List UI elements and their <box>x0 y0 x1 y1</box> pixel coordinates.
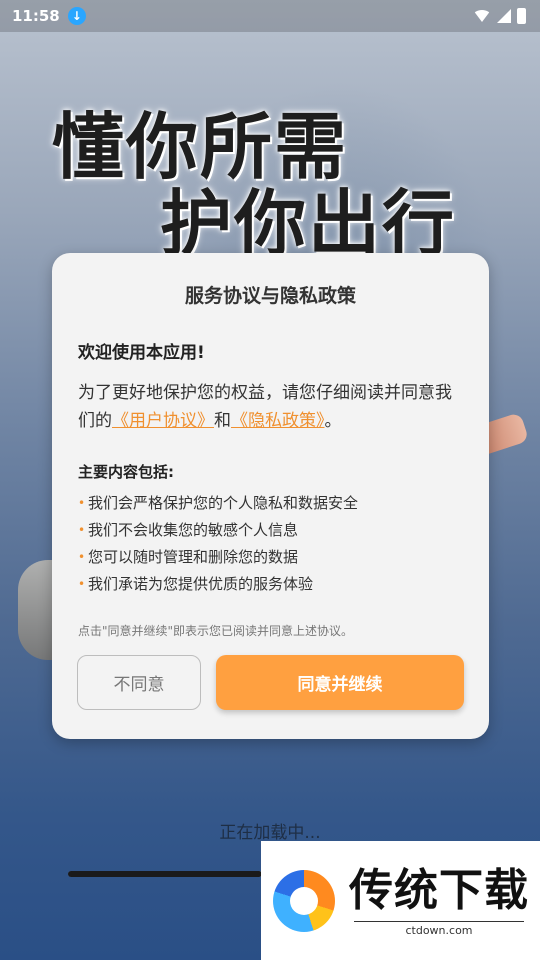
list-item-text: 我们不会收集您的敏感个人信息 <box>88 521 299 539</box>
list-item: • 您可以随时管理和删除您的数据 <box>78 544 463 571</box>
disagree-button[interactable]: 不同意 <box>77 655 201 710</box>
dialog-title: 服务协议与隐私政策 <box>184 285 356 307</box>
bullet-dot-icon: • <box>78 496 86 510</box>
watermark-url: ctdown.com <box>354 920 524 937</box>
content-list: • 我们会严格保护您的个人隐私和数据安全 • 我们不会收集您的敏感个人信息 • 您可以… <box>78 490 463 598</box>
loading-text: 正在加载中... <box>219 823 321 843</box>
intro-paragraph: 为了更好地保护您的权益，请您仔细阅读并同意我们的《用户协议》和《隐私政策》。 <box>78 379 463 435</box>
status-time: 11:58 <box>12 7 60 25</box>
privacy-dialog: 服务协议与隐私政策 欢迎使用本应用! 为了更好地保护您的权益，请您仔细阅读并同意… <box>52 253 489 739</box>
welcome-text: 欢迎使用本应用! <box>78 343 205 363</box>
watermark-logo-icon <box>273 869 335 932</box>
list-item-text: 您可以随时管理和删除您的数据 <box>88 548 299 566</box>
watermark: 传统下载 ctdown.com <box>261 841 540 960</box>
section-title: 主要内容包括: <box>78 463 174 481</box>
bullet-dot-icon: • <box>78 523 86 537</box>
list-item-text: 我们承诺为您提供优质的服务体验 <box>88 575 314 593</box>
bullet-dot-icon: • <box>78 577 86 591</box>
wifi-icon <box>473 10 491 22</box>
user-agreement-link[interactable]: 《用户协议》 <box>112 411 214 431</box>
signal-icon <box>497 9 511 23</box>
list-item: • 我们会严格保护您的个人隐私和数据安全 <box>78 490 463 517</box>
list-item: • 我们承诺为您提供优质的服务体验 <box>78 571 463 598</box>
battery-icon <box>517 8 526 24</box>
intro-end: 。 <box>324 411 342 431</box>
download-icon: ↓ <box>67 7 86 25</box>
list-item-text: 我们会严格保护您的个人隐私和数据安全 <box>88 494 359 512</box>
watermark-name: 传统下载 <box>349 864 529 916</box>
and-text: 和 <box>214 411 231 431</box>
bullet-dot-icon: • <box>78 550 86 564</box>
privacy-policy-link[interactable]: 《隐私政策》 <box>231 411 325 431</box>
dialog-buttons: 不同意 同意并继续 <box>77 655 464 711</box>
list-item: • 我们不会收集您的敏感个人信息 <box>78 517 463 544</box>
agree-button[interactable]: 同意并继续 <box>216 655 464 710</box>
status-bar: 11:58 ↓ <box>0 0 540 32</box>
loading-progress-fill <box>68 871 262 877</box>
consent-note: 点击"同意并继续"即表示您已阅读并同意上述协议。 <box>78 624 354 638</box>
